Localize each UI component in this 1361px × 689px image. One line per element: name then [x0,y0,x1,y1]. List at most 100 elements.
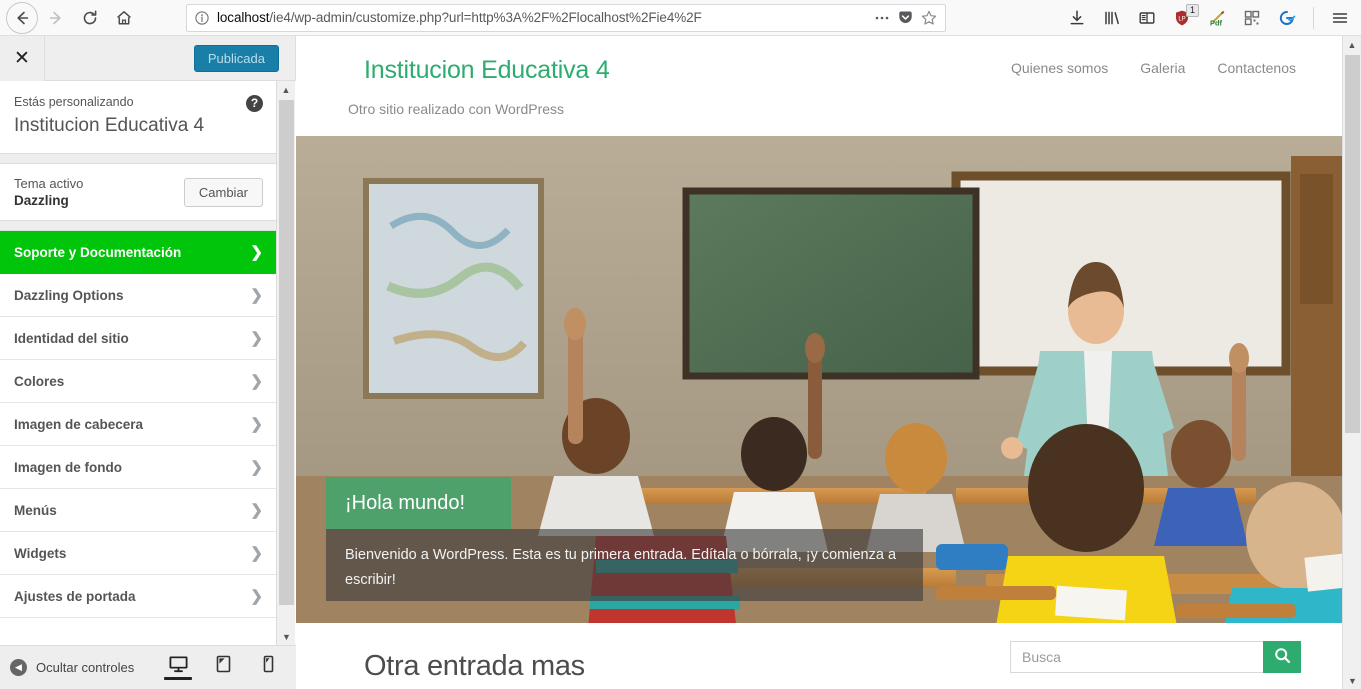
star-icon[interactable] [921,10,937,26]
hamburger-menu-icon[interactable] [1329,6,1351,30]
scroll-up-icon[interactable]: ▲ [1343,36,1361,53]
sidebar-item-ajustes-de-portada[interactable]: Ajustes de portada ❯ [0,575,277,618]
device-indicator [254,677,282,680]
search-icon [1274,647,1291,667]
site-title[interactable]: Institucion Educativa 4 [364,56,610,85]
tablet-preview-button[interactable] [209,655,237,680]
lastpass-extension-icon[interactable]: LP 1 [1171,3,1199,30]
window-scrollbar-thumb[interactable] [1345,55,1360,433]
content-below-slider: Otra entrada mas [296,623,1342,689]
customizer-sidebar: ✕ Publicada Estás personalizando Institu… [0,35,296,689]
sidebar-item-label: Widgets [14,545,67,561]
svg-text:Pdf: Pdf [1210,18,1223,26]
customizer-panel: Estás personalizando Institucion Educati… [0,81,277,618]
sidebar-item-soporte-y-documentacion[interactable]: Soporte y Documentación ❯ [0,231,277,274]
chevron-right-icon: ❯ [250,545,263,562]
customizer-panel-scroll: Estás personalizando Institucion Educati… [0,81,296,645]
publish-button[interactable]: Publicada [193,44,279,72]
nav-item-galeria[interactable]: Galeria [1140,60,1185,76]
back-arrow-icon[interactable] [6,1,38,34]
reader-view-icon[interactable] [1136,6,1158,30]
search-form [1010,641,1301,673]
active-theme-name: Dazzling [14,193,69,208]
scroll-up-icon[interactable]: ▲ [277,81,295,98]
sidebar-scrollbar[interactable]: ▲ ▼ [276,81,295,645]
ellipsis-icon[interactable] [874,11,890,25]
chevron-right-icon: ❯ [250,502,263,519]
grammarly-extension-icon[interactable] [1276,6,1298,30]
sidebar-item-label: Ajustes de portada [14,588,136,604]
post-heading[interactable]: Otra entrada mas [364,650,585,683]
featured-slider[interactable]: ¡Hola mundo! Bienvenido a WordPress. Est… [296,136,1342,623]
scroll-down-icon[interactable]: ▼ [277,628,296,645]
sidebar-item-label: Identidad del sitio [14,330,129,346]
address-bar[interactable]: localhost/ie4/wp-admin/customize.php?url… [186,3,946,32]
panel-divider-2 [0,220,277,231]
hide-controls-label: Ocultar controles [36,660,135,675]
sidebar-scrollbar-thumb[interactable] [279,100,294,605]
site-header: Institucion Educativa 4 Otro sitio reali… [296,36,1342,136]
slide-caption-title: ¡Hola mundo! [326,477,511,529]
panel-divider [0,153,277,164]
active-device-indicator [164,677,192,680]
url-text[interactable]: localhost/ie4/wp-admin/customize.php?url… [217,10,866,25]
sidebar-item-label: Dazzling Options [14,287,124,303]
sidebar-item-label: Imagen de fondo [14,459,122,475]
pdf-extension-icon[interactable]: Pdf [1206,6,1228,30]
pocket-icon[interactable] [898,10,913,25]
site-navigation: Quienes somos Galeria Contactenos [1011,60,1296,76]
url-host: localhost [217,10,270,25]
customizing-site-name: Institucion Educativa 4 [14,115,205,136]
sidebar-item-colores[interactable]: Colores ❯ [0,360,277,403]
change-theme-button[interactable]: Cambiar [183,177,263,207]
chevron-right-icon: ❯ [250,373,263,390]
home-icon[interactable] [108,2,140,34]
svg-text:LP: LP [1178,16,1185,22]
sidebar-item-imagen-de-cabecera[interactable]: Imagen de cabecera ❯ [0,403,277,446]
slide-caption-text: Bienvenido a WordPress. Esta es tu prime… [326,529,923,601]
site-tagline: Otro sitio realizado con WordPress [348,101,565,117]
url-path: /ie4/wp-admin/customize.php?url=http%3A%… [269,10,702,25]
sidebar-item-imagen-de-fondo[interactable]: Imagen de fondo ❯ [0,446,277,489]
mobile-preview-button[interactable] [254,655,282,680]
sidebar-item-label: Menús [14,502,57,518]
nav-item-contactenos[interactable]: Contactenos [1217,60,1296,76]
navigation-buttons [0,1,140,34]
chevron-right-icon: ❯ [250,244,263,261]
customizer-footer: ◀ Ocultar controles [0,645,296,689]
close-customizer-button[interactable]: ✕ [0,35,45,81]
chevron-right-icon: ❯ [250,416,263,433]
hide-controls-button[interactable]: ◀ Ocultar controles [0,659,134,676]
reload-icon[interactable] [74,2,106,34]
customizing-label: Estás personalizando [14,95,134,109]
sidebar-item-identidad-del-sitio[interactable]: Identidad del sitio ❯ [0,317,277,360]
device-indicator [209,677,237,680]
library-icon[interactable] [1101,6,1123,30]
sidebar-item-widgets[interactable]: Widgets ❯ [0,532,277,575]
page-info-icon[interactable] [195,10,209,25]
sidebar-item-dazzling-options[interactable]: Dazzling Options ❯ [0,274,277,317]
chevron-right-icon: ❯ [250,459,263,476]
toolbar-divider [1313,6,1314,29]
sidebar-item-label: Colores [14,373,65,389]
active-theme-section: Tema activo Dazzling Cambiar [0,164,277,220]
active-theme-label: Tema activo [14,176,84,191]
help-icon[interactable]: ? [246,95,263,112]
customizing-info: Estás personalizando Institucion Educati… [0,81,277,153]
browser-extension-icons: LP 1 Pdf [1066,3,1361,30]
window-scrollbar[interactable]: ▲ ▼ [1342,36,1361,689]
browser-toolbar: localhost/ie4/wp-admin/customize.php?url… [0,0,1361,36]
search-button[interactable] [1263,641,1301,673]
scroll-down-icon[interactable]: ▼ [1343,672,1361,689]
search-input[interactable] [1010,641,1263,673]
downloads-icon[interactable] [1066,6,1088,30]
extension-badge-count: 1 [1186,3,1199,17]
customizer-header: ✕ Publicada [0,35,295,81]
nav-item-quienes-somos[interactable]: Quienes somos [1011,60,1108,76]
desktop-preview-button[interactable] [164,655,192,680]
forward-arrow-icon [40,2,72,34]
site-preview: Institucion Educativa 4 Otro sitio reali… [296,36,1342,689]
sidebar-item-label: Imagen de cabecera [14,416,144,432]
qr-code-extension-icon[interactable] [1241,6,1263,30]
sidebar-item-menus[interactable]: Menús ❯ [0,489,277,532]
